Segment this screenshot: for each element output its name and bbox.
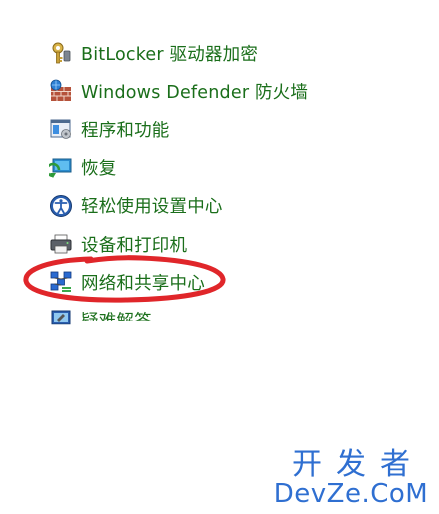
control-panel-list: BitLocker 驱动器加密 Windows Defender 防火墙 程序和… (48, 34, 428, 340)
item-network-sharing[interactable]: 网络和共享中心 (48, 263, 428, 301)
item-label[interactable]: 轻松使用设置中心 (81, 193, 223, 218)
bitlocker-keys-icon (48, 40, 74, 66)
item-label[interactable]: 疑难解答 (81, 308, 152, 321)
item-label[interactable]: 恢复 (81, 155, 116, 180)
item-recovery[interactable]: 恢复 (48, 149, 428, 187)
item-ease-of-access[interactable]: 轻松使用设置中心 (48, 187, 428, 225)
item-label[interactable]: Windows Defender 防火墙 (81, 79, 308, 104)
item-devices-printers[interactable]: 设备和打印机 (48, 225, 428, 263)
recovery-icon (48, 155, 74, 181)
watermark-title: 开发者 (292, 447, 424, 483)
item-firewall[interactable]: Windows Defender 防火墙 (48, 72, 428, 110)
troubleshooting-icon (48, 307, 74, 325)
site-watermark: 开发者 DevZe.CoM (271, 449, 431, 508)
item-label[interactable]: 程序和功能 (81, 117, 170, 142)
ease-of-access-icon (48, 193, 74, 219)
watermark-domain: DevZe.CoM (273, 478, 429, 509)
item-bitlocker[interactable]: BitLocker 驱动器加密 (48, 34, 428, 72)
item-troubleshooting[interactable]: 疑难解答 (48, 301, 428, 339)
item-label[interactable]: 设备和打印机 (81, 232, 187, 257)
item-label[interactable]: 网络和共享中心 (81, 270, 205, 295)
item-label[interactable]: BitLocker 驱动器加密 (81, 41, 258, 66)
item-programs-features[interactable]: 程序和功能 (48, 110, 428, 148)
devices-printers-icon (48, 231, 74, 257)
programs-features-icon (48, 116, 74, 142)
firewall-icon (48, 78, 74, 104)
network-sharing-icon (48, 269, 74, 295)
